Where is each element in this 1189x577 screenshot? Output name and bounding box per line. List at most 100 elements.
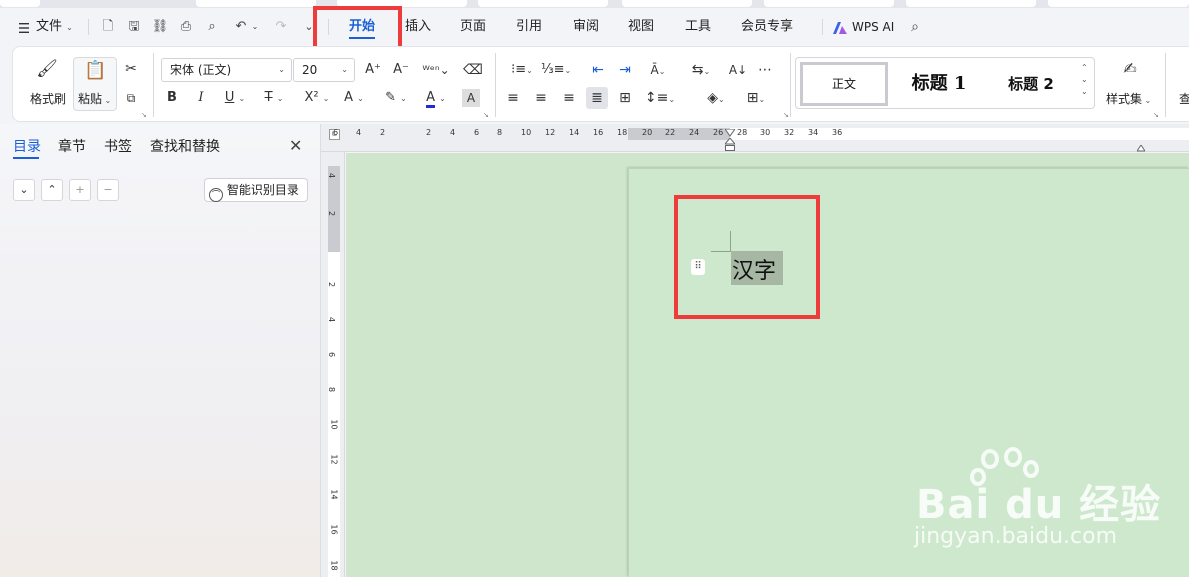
chinese-layout-icon[interactable]: Ā⌄	[643, 59, 673, 81]
save-icon[interactable]: 🖫	[125, 18, 143, 36]
increase-indent-icon[interactable]: ⇥	[614, 59, 636, 81]
style-set-button[interactable]: 样式集 ⌄	[1106, 90, 1151, 107]
group-expand-icon[interactable]: ↘	[483, 111, 489, 119]
style-heading1[interactable]: 标题 1	[894, 62, 984, 106]
shrink-font-icon[interactable]: A⁻	[390, 59, 412, 81]
numbered-list-icon[interactable]: ⅓≡⌄	[541, 59, 571, 81]
clear-format-icon[interactable]: ⌫	[462, 59, 484, 81]
chevron-down-icon[interactable]: ⌄	[250, 18, 260, 36]
superscript-icon[interactable]: X² ⌄	[301, 87, 333, 109]
ruler-tick-label: 2	[327, 281, 337, 288]
hamburger-icon[interactable]	[18, 20, 30, 34]
ruler-tick-label: 2	[327, 210, 337, 217]
font-color-icon[interactable]: A ⌄	[421, 87, 451, 109]
decrease-indent-icon[interactable]: ⇤	[587, 59, 609, 81]
bold-icon[interactable]: B	[161, 87, 183, 109]
divider	[495, 53, 496, 117]
tab-review[interactable]: 审阅	[573, 8, 599, 46]
tab-member[interactable]: 会员专享	[741, 8, 793, 46]
italic-icon[interactable]: I	[190, 87, 212, 109]
new-document-icon[interactable]: 🗋	[99, 18, 117, 36]
ruler-tick-label: 30	[760, 128, 771, 137]
ruler-tick-label: 6	[474, 128, 480, 137]
smart-toc-button[interactable]: ⌒ 智能识别目录	[204, 178, 308, 202]
window-tab[interactable]	[478, 0, 608, 7]
style-heading2[interactable]: 标题 2	[988, 62, 1074, 106]
cut-icon[interactable]: ✂	[120, 58, 142, 80]
paragraph-shading-icon[interactable]: ◈⌄	[701, 87, 731, 109]
tab-bookmarks[interactable]: 书签	[104, 136, 132, 156]
align-center-icon[interactable]: ≡	[530, 87, 552, 109]
window-tab[interactable]	[196, 0, 316, 7]
first-line-indent-icon[interactable]	[724, 122, 736, 137]
distributed-align-icon[interactable]: ⊞	[614, 87, 636, 109]
horizontal-ruler[interactable]: ∟ 6 4 2 2 4 6 8 10 12 14 16 18 20 22 24 26 28 30 32 34 36	[321, 124, 1189, 152]
collapse-up-icon[interactable]: ⌃	[41, 179, 63, 201]
menu-file-label: 文件	[36, 19, 63, 34]
active-tab-indicator	[13, 157, 39, 159]
tab-page[interactable]: 页面	[460, 8, 486, 46]
align-left-icon[interactable]: ≡	[502, 87, 524, 109]
strikethrough-icon[interactable]: T ⌄	[259, 87, 289, 109]
undo-icon[interactable]: ↶	[232, 18, 250, 36]
bullet-list-icon[interactable]: ⁝≡⌄	[507, 59, 537, 81]
vertical-ruler[interactable]: 4 2 2 4 6 8 10 12 14 16 18	[321, 152, 345, 577]
char-shading-icon[interactable]: A	[462, 89, 480, 107]
gallery-scroll-icon[interactable]: ⌃ ⌄ ⌄	[1081, 62, 1088, 98]
print-preview-icon[interactable]: ⌕	[203, 18, 221, 36]
window-tab[interactable]	[764, 0, 894, 7]
remove-heading-icon[interactable]: −	[97, 179, 119, 201]
text-direction-icon[interactable]: ⇆⌄	[686, 59, 716, 81]
show-marks-icon[interactable]: ⋯	[754, 59, 776, 81]
phonetic-guide-icon[interactable]: ᵂᵉⁿ⌄	[420, 59, 452, 81]
tab-chapters[interactable]: 章节	[58, 136, 86, 156]
wps-ai-button[interactable]: WPS AI	[852, 8, 894, 46]
grow-font-icon[interactable]: A⁺	[362, 59, 384, 81]
right-indent-icon[interactable]	[1136, 137, 1146, 152]
ruler-tick-label: 36	[832, 128, 843, 137]
divider	[790, 53, 791, 117]
group-expand-icon[interactable]: ↘	[141, 111, 147, 119]
format-painter-icon[interactable]: 🖌	[36, 58, 58, 80]
font-name-select[interactable]: 宋体 (正文) ⌄	[161, 58, 292, 82]
ruler-tick-label: 4	[450, 128, 456, 137]
style-set-icon[interactable]: ✍	[1119, 58, 1141, 80]
window-tab[interactable]	[0, 0, 40, 7]
copy-icon[interactable]: ⧉	[120, 87, 142, 109]
sort-icon[interactable]: A↓	[727, 59, 749, 81]
tab-insert[interactable]: 插入	[405, 8, 431, 46]
format-painter-label[interactable]: 格式刷	[30, 90, 66, 107]
tab-tools[interactable]: 工具	[685, 8, 711, 46]
tab-references[interactable]: 引用	[516, 8, 542, 46]
menu-file[interactable]: 文件 ⌄	[36, 8, 73, 46]
print-icon[interactable]: ⎙	[177, 18, 195, 36]
redo-icon[interactable]: ↷	[272, 18, 290, 36]
close-icon[interactable]: ✕	[289, 136, 302, 155]
window-tab[interactable]	[906, 0, 1036, 7]
tab-view[interactable]: 视图	[628, 8, 654, 46]
ruler-tick-label: 18	[617, 128, 628, 137]
window-tab[interactable]	[1048, 0, 1189, 7]
style-normal[interactable]: 正文	[800, 62, 888, 106]
add-heading-icon[interactable]: +	[69, 179, 91, 201]
group-expand-icon[interactable]: ↘	[1153, 111, 1159, 119]
line-spacing-icon[interactable]: ↕≡⌄	[644, 87, 676, 109]
window-tab[interactable]	[622, 0, 752, 7]
collapse-down-icon[interactable]: ⌄	[13, 179, 35, 201]
group-expand-icon[interactable]: ↘	[783, 111, 789, 119]
align-right-icon[interactable]: ≡	[558, 87, 580, 109]
tab-toc[interactable]: 目录	[13, 136, 41, 156]
hanging-indent-icon[interactable]	[723, 137, 737, 151]
font-size-select[interactable]: 20 ⌄	[293, 58, 355, 82]
justify-icon[interactable]: ≣	[586, 87, 608, 109]
highlight-color-icon[interactable]: ✎ ⌄	[381, 87, 411, 109]
underline-icon[interactable]: U ⌄	[220, 87, 250, 109]
borders-icon[interactable]: ⊞⌄	[741, 87, 771, 109]
paste-button[interactable]: 📋 粘贴 ⌄	[73, 57, 117, 111]
text-effect-icon[interactable]: A ⌄	[339, 87, 369, 109]
search-icon[interactable]: ⌕	[906, 18, 924, 36]
find-button[interactable]: 查	[1179, 90, 1189, 107]
ruler-tick-label: 16	[329, 524, 339, 535]
share-link-icon[interactable]: ⛓	[151, 18, 169, 36]
tab-find-replace[interactable]: 查找和替换	[150, 136, 220, 156]
